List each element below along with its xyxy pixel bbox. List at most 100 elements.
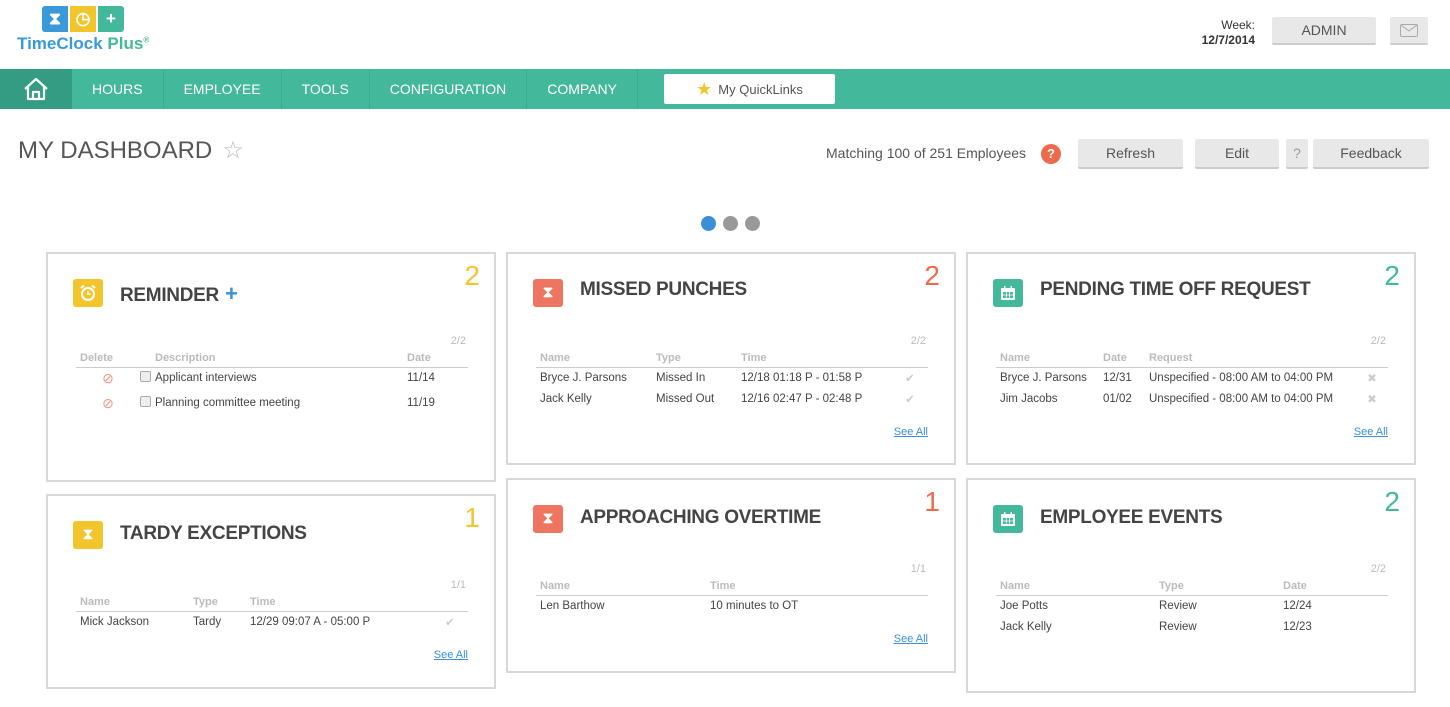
reminder-card: REMINDER + 2 2/2 Delete Description Date … (46, 252, 496, 482)
cell-name: Bryce J. Parsons (540, 372, 627, 385)
nav-employee[interactable]: EMPLOYEE (164, 69, 282, 109)
approve-check-icon[interactable]: ✔ (888, 389, 928, 410)
col-header: Description (151, 352, 403, 368)
refresh-button[interactable]: Refresh (1078, 139, 1183, 169)
see-all-link[interactable]: See All (894, 426, 928, 438)
card-count: 1 (924, 486, 940, 517)
mail-button[interactable] (1390, 17, 1428, 45)
table-row: Jack Kelly Review 12/23 (996, 617, 1388, 638)
deny-x-icon[interactable]: ✖ (1352, 368, 1388, 389)
table-row: Len Barthow 10 minutes to OT (536, 596, 928, 617)
hourglass-icon: ⧗ (42, 6, 68, 32)
cell-date: 12/23 (1283, 621, 1312, 633)
checkbox-cell (136, 368, 151, 389)
carousel-indicators (701, 216, 760, 231)
card-title: MISSED PUNCHES (580, 279, 747, 300)
approaching-overtime-card: ⧗ APPROACHING OVERTIME 1 1/1 Name Time L… (506, 478, 956, 673)
col-header (1352, 352, 1388, 368)
card-title: TARDY EXCEPTIONS (120, 523, 307, 544)
nav-configuration[interactable]: CONFIGURATION (370, 69, 528, 109)
add-reminder-button[interactable]: + (225, 281, 238, 306)
see-all-link[interactable]: See All (894, 633, 928, 645)
card-title: REMINDER + (120, 281, 238, 306)
cell-type: Review (1159, 600, 1197, 613)
table-row: Jack Kelly Missed Out 12/16 02:47 P - 02… (536, 389, 928, 410)
table-row: ⊘ Planning committee meeting 11/19 (76, 389, 468, 418)
col-header: Type (189, 596, 246, 612)
calendar-icon (993, 505, 1023, 533)
nav-company[interactable]: COMPANY (527, 69, 638, 109)
missed-punches-card: ⧗ MISSED PUNCHES 2 2/2 Name Type Time Br… (506, 252, 956, 465)
approve-check-icon[interactable]: ✔ (888, 368, 928, 389)
col-header (428, 596, 468, 612)
reminder-checkbox[interactable] (140, 396, 151, 407)
hourglass-icon: ⧗ (533, 505, 563, 533)
edit-button[interactable]: Edit (1195, 139, 1279, 169)
col-header: Time (706, 580, 928, 596)
pager: 2/2 (450, 335, 466, 347)
page-title-text: MY DASHBOARD (18, 136, 213, 164)
col-header (888, 352, 928, 368)
col-header: Date (1099, 352, 1145, 368)
approve-check-icon[interactable]: ✔ (428, 612, 468, 633)
quicklinks-dropdown[interactable]: ★ My QuickLinks (664, 74, 835, 104)
cell-time: 12/16 02:47 P - 02:48 P (741, 393, 863, 405)
admin-menu-button[interactable]: ADMIN (1272, 17, 1376, 45)
see-all-link[interactable]: See All (1354, 426, 1388, 438)
cell-description: Planning committee meeting (155, 397, 301, 409)
col-header: Name (536, 352, 652, 368)
hourglass-icon: ⧗ (533, 279, 563, 307)
nav-hours[interactable]: HOURS (72, 69, 164, 109)
col-header: Time (737, 352, 888, 368)
table-row: Bryce J. Parsons 12/31 Unspecified - 08:… (996, 368, 1388, 389)
matching-employees-text: Matching 100 of 251 Employees (826, 145, 1027, 161)
week-label: Week: (1221, 18, 1255, 32)
col-header: Date (403, 352, 468, 368)
reminder-checkbox[interactable] (140, 371, 151, 383)
card-title: PENDING TIME OFF REQUEST (1040, 279, 1311, 300)
help-button[interactable]: ? (1286, 139, 1308, 169)
col-header: Name (76, 596, 189, 612)
see-all-link[interactable]: See All (434, 649, 468, 661)
nav-home[interactable] (0, 69, 72, 109)
cell-type: Missed In (656, 372, 706, 385)
table-row: Mick Jackson Tardy 12/29 09:07 A - 05:00… (76, 612, 468, 633)
overtime-table: Name Time Len Barthow 10 minutes to OT (536, 580, 928, 617)
card-count: 2 (1384, 260, 1400, 291)
col-header (136, 352, 151, 368)
cell-name: Len Barthow (540, 600, 605, 613)
cell-type: Tardy (193, 616, 222, 629)
card-title: EMPLOYEE EVENTS (1040, 507, 1223, 528)
carousel-dot[interactable] (723, 216, 738, 231)
col-header: Time (246, 596, 428, 612)
cell-time: 10 minutes to OT (710, 600, 799, 613)
cell-request: Unspecified - 08:00 AM to 04:00 PM (1149, 372, 1334, 385)
card-title: APPROACHING OVERTIME (580, 507, 822, 528)
pager: 2/2 (1370, 563, 1386, 575)
pager: 1/1 (450, 579, 466, 591)
cell-name: Mick Jackson (80, 616, 150, 629)
delete-icon[interactable]: ⊘ (76, 368, 136, 389)
table-row: Bryce J. Parsons Missed In 12/18 01:18 P… (536, 368, 928, 389)
carousel-dot[interactable] (701, 216, 716, 231)
col-header: Type (652, 352, 737, 368)
calendar-icon (993, 279, 1023, 307)
deny-x-icon[interactable]: ✖ (1352, 389, 1388, 410)
reminder-table: Delete Description Date ⊘ Applicant inte… (76, 352, 468, 418)
logo[interactable]: ⧗ ◷ + TimeClock Plus® (17, 6, 149, 54)
pending-time-off-card: PENDING TIME OFF REQUEST 2 2/2 Name Date… (966, 252, 1416, 465)
main-nav: HOURS EMPLOYEE TOOLS CONFIGURATION COMPA… (0, 69, 1450, 109)
envelope-icon (1400, 23, 1418, 37)
feedback-button[interactable]: Feedback (1313, 139, 1429, 169)
delete-icon[interactable]: ⊘ (76, 389, 136, 418)
cell-date: 01/02 (1103, 393, 1132, 405)
carousel-dot[interactable] (745, 216, 760, 231)
pager: 2/2 (910, 335, 926, 347)
cell-request: Unspecified - 08:00 AM to 04:00 PM (1149, 393, 1334, 405)
col-header: Name (996, 580, 1155, 596)
favorite-star-icon[interactable]: ☆ (222, 136, 244, 165)
table-row: Jim Jacobs 01/02 Unspecified - 08:00 AM … (996, 389, 1388, 410)
help-badge[interactable]: ? (1041, 144, 1061, 164)
nav-tools[interactable]: TOOLS (282, 69, 370, 109)
cell-name: Joe Potts (1000, 600, 1048, 613)
